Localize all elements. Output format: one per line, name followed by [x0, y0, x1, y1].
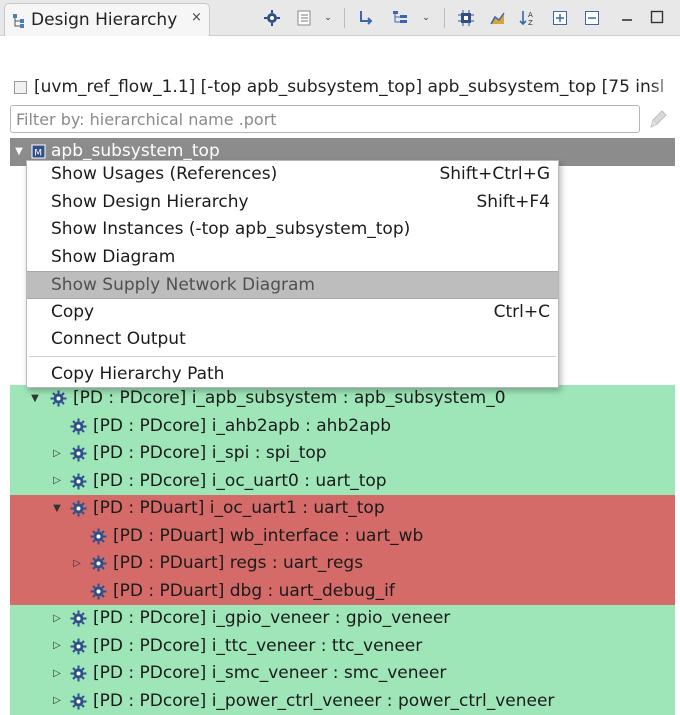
scope-overflow-fade — [650, 74, 680, 102]
tree-row-label: [PD : PDcore] i_ttc_veneer : ttc_veneer — [93, 635, 423, 656]
collapse-all-icon[interactable] — [582, 8, 602, 28]
menu-item-copy[interactable]: Copy Ctrl+C — [27, 299, 558, 327]
context-menu: Show Usages (References) Shift+Ctrl+G Sh… — [26, 160, 559, 388]
gear-chip-icon — [90, 555, 107, 572]
expand-all-icon[interactable] — [550, 8, 570, 28]
tree-row-label: [PD : PDuart] i_oc_uart1 : uart_top — [93, 498, 385, 518]
tree-row[interactable]: ▷ [PD : PDcore] i_spi : spi_top — [10, 440, 675, 468]
filter-input[interactable] — [10, 105, 640, 133]
gear-chip-icon — [70, 610, 87, 627]
menu-item-connect-output[interactable]: Connect Output — [27, 326, 558, 354]
tab-title: Design Hierarchy — [31, 10, 178, 30]
tree-row[interactable]: ▷ [PD : PDcore] i_oc_uart0 : uart_top — [10, 467, 675, 495]
route-icon[interactable] — [356, 8, 376, 28]
scope-row: [uvm_ref_flow_1.1] [-top apb_subsystem_t… — [0, 74, 680, 102]
svg-text:A: A — [528, 11, 533, 19]
tree-row-label: [PD : PDcore] i_gpio_veneer : gpio_venee… — [93, 608, 451, 628]
menu-item-label: Copy Hierarchy Path — [51, 364, 225, 384]
gear-chip-icon — [50, 390, 67, 407]
tree-root-label: apb_subsystem_top — [51, 141, 220, 161]
tree-row-label: [PD : PDcore] i_smc_veneer : smc_veneer — [93, 663, 447, 683]
view-tab-bar: Design Hierarchy × ⌄ ⌄ AZ — [0, 0, 680, 36]
menu-item-label: Copy — [51, 301, 95, 322]
menu-item-show-instances[interactable]: Show Instances (-top apb_subsystem_top) — [27, 216, 558, 244]
tree-row[interactable]: ▷ [PD : PDcore] i_ttc_veneer : ttc_venee… — [10, 632, 675, 660]
tree-row[interactable]: [PD : PDcore] i_ahb2apb : ahb2apb — [10, 412, 675, 440]
gear-chip-icon — [90, 528, 107, 544]
design-hierarchy-tab[interactable]: Design Hierarchy × — [4, 3, 210, 36]
tree-row[interactable]: ▷ [PD : PDcore] i_gpio_veneer : gpio_ven… — [10, 605, 675, 633]
menu-item-label: Connect Output — [51, 329, 186, 349]
tree-row[interactable]: [PD : PDuart] dbg : uart_debug_if — [10, 577, 675, 605]
gear-chip-icon — [70, 418, 87, 434]
close-icon[interactable]: × — [191, 10, 202, 25]
toolbar-spacer — [0, 37, 680, 72]
collapsed-arrow-icon[interactable]: ▷ — [50, 639, 64, 653]
menu-item-shortcut: Shift+Ctrl+G — [439, 164, 550, 184]
gear-chip-icon — [70, 638, 87, 654]
menu-item-label: Show Instances (-top apb_subsystem_top) — [51, 219, 411, 239]
svg-text:Z: Z — [528, 19, 533, 27]
svg-text:M: M — [34, 149, 42, 159]
gear-chip-icon — [90, 583, 107, 599]
menu-item-show-design-hierarchy[interactable]: Show Design Hierarchy Shift+F4 — [27, 189, 558, 217]
layout-icon[interactable] — [390, 8, 410, 28]
tree-row-label: [PD : PDcore] i_spi : spi_top — [93, 443, 327, 463]
menu-item-show-usages[interactable]: Show Usages (References) Shift+Ctrl+G — [27, 161, 558, 189]
sort-az-icon[interactable]: AZ — [518, 8, 538, 28]
gear-chip-icon — [70, 473, 87, 489]
menu-item-show-supply-network-diagram[interactable]: Show Supply Network Diagram — [27, 271, 558, 299]
menu-item-label: Show Design Hierarchy — [51, 191, 249, 212]
chart-icon[interactable] — [488, 8, 508, 28]
expanded-arrow-icon[interactable]: ▼ — [50, 501, 64, 515]
toolbar-separator — [344, 8, 345, 28]
tree-row[interactable]: ▼ [PD : PDcore] i_apb_subsystem : apb_su… — [10, 385, 675, 413]
tree-row-label: [PD : PDcore] i_power_ctrl_veneer : powe… — [93, 690, 555, 711]
gear-chip-icon — [70, 445, 87, 462]
list-icon[interactable] — [294, 8, 314, 28]
menu-separator — [29, 356, 556, 357]
collapsed-arrow-icon[interactable]: ▷ — [50, 611, 64, 625]
menu-item-label: Show Usages (References) — [51, 164, 278, 184]
collapsed-arrow-icon[interactable]: ▷ — [50, 446, 64, 460]
tree-row-label: [PD : PDuart] regs : uart_regs — [113, 553, 364, 573]
menu-item-label: Show Supply Network Diagram — [51, 275, 315, 295]
collapsed-arrow-icon[interactable]: ▷ — [50, 694, 64, 708]
minimize-icon[interactable] — [618, 8, 636, 26]
tree-row[interactable]: ▷ [PD : PDcore] i_smc_veneer : smc_venee… — [10, 660, 675, 688]
collapsed-arrow-icon[interactable]: ▷ — [50, 666, 64, 680]
menu-item-shortcut: Shift+F4 — [476, 191, 550, 212]
menu-item-shortcut: Ctrl+C — [493, 301, 550, 322]
scope-checkbox[interactable] — [14, 81, 27, 94]
scope-text: [uvm_ref_flow_1.1] [-top apb_subsystem_t… — [34, 77, 665, 97]
dropdown-icon[interactable]: ⌄ — [318, 8, 338, 28]
tree-row[interactable]: ▷ [PD : PDuart] regs : uart_regs — [10, 550, 675, 578]
expanded-arrow-icon[interactable]: ▼ — [28, 391, 42, 405]
tree-row[interactable]: ▼ [PD : PDuart] i_oc_uart1 : uart_top — [10, 495, 675, 523]
hierarchy-icon — [13, 14, 24, 28]
tree-row-label: [PD : PDcore] i_ahb2apb : ahb2apb — [93, 415, 392, 436]
gear-chip-icon — [70, 665, 87, 682]
gear-chip-icon — [70, 500, 87, 517]
module-icon: M — [31, 144, 46, 159]
expanded-arrow-icon[interactable]: ▼ — [12, 144, 26, 158]
tree-row-label: [PD : PDuart] wb_interface : uart_wb — [113, 525, 424, 546]
dropdown-icon[interactable]: ⌄ — [416, 8, 436, 28]
tree-row[interactable]: [PD : PDuart] wb_interface : uart_wb — [10, 522, 675, 550]
tree-row-label: [PD : PDcore] i_apb_subsystem : apb_subs… — [73, 388, 506, 408]
collapsed-arrow-icon[interactable]: ▷ — [50, 474, 64, 488]
tree-row-label: [PD : PDuart] dbg : uart_debug_if — [113, 580, 395, 601]
menu-item-show-diagram[interactable]: Show Diagram — [27, 244, 558, 272]
toolbar-separator — [444, 8, 445, 28]
settings-chip-icon[interactable] — [262, 8, 282, 28]
menu-item-copy-hierarchy-path[interactable]: Copy Hierarchy Path — [27, 361, 558, 389]
maximize-icon[interactable] — [648, 8, 666, 26]
tree-row[interactable]: ▷ [PD : PDcore] i_power_ctrl_veneer : po… — [10, 687, 675, 715]
gear-chip-icon — [70, 693, 87, 709]
tree-row-label: [PD : PDcore] i_oc_uart0 : uart_top — [93, 470, 387, 491]
menu-item-label: Show Diagram — [51, 246, 176, 267]
chip-icon[interactable] — [456, 8, 476, 28]
clear-filter-icon[interactable] — [648, 108, 670, 130]
collapsed-arrow-icon[interactable]: ▷ — [70, 556, 84, 570]
